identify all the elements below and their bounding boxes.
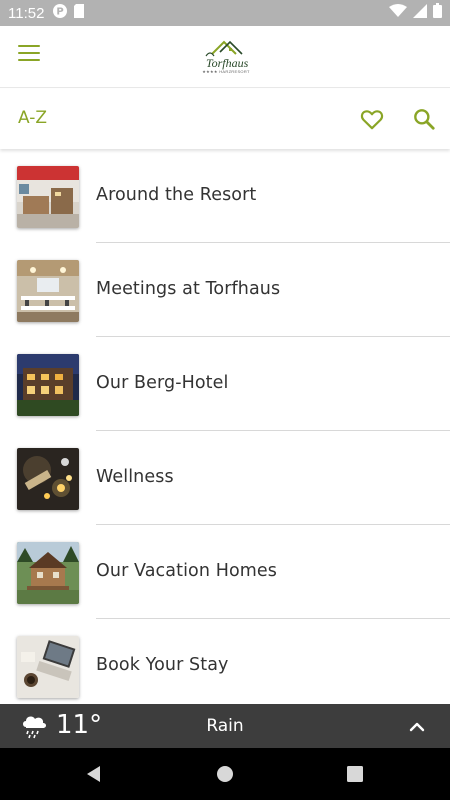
meeting-room-photo: [17, 260, 79, 322]
status-time: 11:52: [8, 4, 45, 22]
list-item-our-vacation-homes[interactable]: Our Vacation Homes: [0, 525, 450, 619]
list-item-around-the-resort[interactable]: Around the Resort: [0, 149, 450, 243]
list-item-our-berg-hotel[interactable]: Our Berg-Hotel: [0, 337, 450, 431]
wifi-icon: [389, 3, 407, 23]
system-nav-bar: [0, 748, 450, 800]
filter-bar: A-Z: [0, 89, 450, 149]
laptop-desk-photo: [17, 636, 79, 698]
status-right-icons: [389, 3, 442, 23]
rain-cloud-icon: [20, 712, 48, 740]
wellness-candles-photo: [17, 448, 79, 510]
sd-card-icon: [73, 3, 85, 24]
chevron-up-icon[interactable]: [406, 716, 428, 738]
status-bar: 11:52 P: [0, 0, 450, 26]
weather-condition: Rain: [206, 716, 244, 736]
search-icon[interactable]: [411, 106, 437, 132]
back-icon[interactable]: [84, 763, 106, 785]
az-sort-button[interactable]: A-Z: [18, 108, 47, 128]
at-sign-icon: P: [52, 3, 68, 24]
list-item-label: Wellness: [96, 467, 174, 487]
heart-icon[interactable]: [359, 106, 385, 132]
app-screen: 11:52 P Torfhaus ★★★★ HARZRESORT A-Z Aro…: [0, 0, 450, 800]
list-item-label: Our Vacation Homes: [96, 561, 277, 581]
list-item-label: Our Berg-Hotel: [96, 373, 229, 393]
svg-text:P: P: [57, 6, 64, 17]
list-item-wellness[interactable]: Wellness: [0, 431, 450, 525]
list-item-label: Book Your Stay: [96, 655, 229, 675]
hotel-night-photo: [17, 354, 79, 416]
reception-photo: [17, 166, 79, 228]
home-icon[interactable]: [214, 763, 236, 785]
list-item-book-your-stay[interactable]: Book Your Stay: [0, 619, 450, 705]
weather-temperature: 11°: [56, 710, 103, 740]
list-item-meetings-at-torfhaus[interactable]: Meetings at Torfhaus: [0, 243, 450, 337]
logo-subtext: ★★★★ HARZRESORT: [202, 69, 250, 74]
weather-bar[interactable]: 11° Rain: [0, 704, 450, 748]
torfhaus-logo: Torfhaus ★★★★ HARZRESORT: [200, 38, 252, 78]
app-header: Torfhaus ★★★★ HARZRESORT: [0, 26, 450, 88]
signal-icon: [413, 3, 427, 23]
cabin-photo: [17, 542, 79, 604]
list-item-label: Around the Resort: [96, 185, 257, 205]
hamburger-menu-icon[interactable]: [18, 45, 42, 67]
list-item-label: Meetings at Torfhaus: [96, 279, 281, 299]
battery-icon: [433, 3, 442, 23]
category-list: Around the Resort Meetings at Torfhaus O…: [0, 149, 450, 705]
recents-icon[interactable]: [344, 763, 366, 785]
